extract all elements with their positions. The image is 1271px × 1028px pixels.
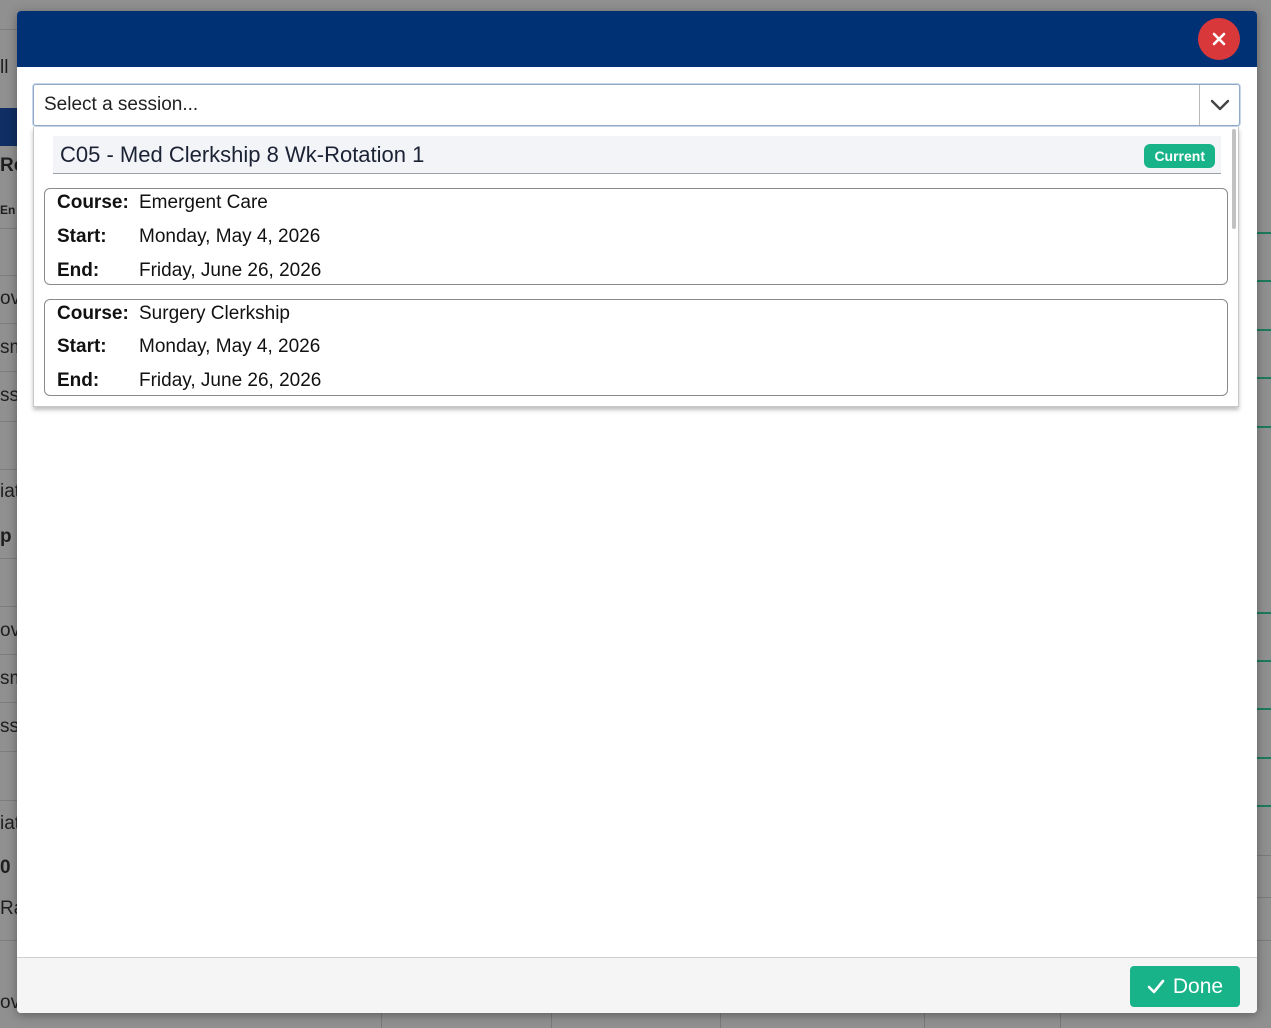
background-divider	[0, 323, 18, 324]
background-accent-line	[1257, 280, 1271, 282]
background-text-fragment: Ra	[0, 898, 18, 919]
background-divider	[0, 29, 18, 30]
background-accent-line	[1257, 757, 1271, 759]
background-accent-line	[1257, 377, 1271, 379]
session-select[interactable]: Select a session...	[33, 84, 1240, 126]
background-divider	[0, 800, 18, 801]
option-course-row: Course: Surgery Clerkship	[57, 302, 290, 326]
course-label: Course:	[57, 192, 129, 213]
close-icon	[1212, 32, 1226, 46]
session-group-title: C05 - Med Clerkship 8 Wk-Rotation 1	[60, 142, 425, 167]
background-divider	[0, 469, 18, 470]
session-option[interactable]: Course: Emergent Care Start: Monday, May 4…	[44, 188, 1228, 285]
session-select-placeholder: Select a session...	[44, 94, 199, 115]
end-label: End:	[57, 370, 100, 391]
background-accent-line	[1257, 660, 1271, 662]
option-course-row: Course: Emergent Care	[57, 191, 268, 215]
background-text-fragment: sm	[0, 337, 18, 358]
option-start-row: Start: Monday, May 4, 2026	[57, 225, 320, 249]
session-select-modal: Select a session... C05 - Med Clerkship …	[17, 11, 1257, 1013]
session-dropdown: C05 - Med Clerkship 8 Wk-Rotation 1 Curr…	[33, 127, 1239, 407]
current-badge: Current	[1144, 144, 1215, 168]
background-divider	[0, 558, 18, 559]
background-column-line	[551, 1013, 552, 1028]
background-divider	[0, 371, 18, 372]
background-text-fragment: sm	[0, 668, 18, 689]
background-text-fragment: ov	[0, 288, 18, 309]
background-divider	[0, 421, 18, 422]
background-column-line	[381, 1013, 382, 1028]
background-divider	[0, 654, 18, 655]
background-divider	[1257, 940, 1271, 941]
start-label: Start:	[57, 336, 107, 357]
select-toggle-button[interactable]	[1199, 85, 1239, 125]
background-accent-line	[1257, 329, 1271, 331]
background-accent-line	[1257, 612, 1271, 614]
chevron-down-icon	[1210, 99, 1229, 111]
background-accent-line	[1257, 232, 1271, 234]
end-label: End:	[57, 260, 100, 281]
course-label: Course:	[57, 303, 129, 324]
background-divider	[0, 751, 18, 752]
course-value: Surgery Clerkship	[139, 303, 290, 324]
background-divider	[0, 228, 18, 229]
start-label: Start:	[57, 226, 107, 247]
modal-footer: Done	[17, 957, 1257, 1013]
background-text-fragment: iat	[0, 481, 18, 502]
background-text-fragment: ov	[0, 992, 18, 1013]
background-accent-line	[1257, 805, 1271, 807]
background-divider	[0, 702, 18, 703]
background-text-fragment: ll	[0, 57, 9, 78]
background-divider	[1257, 897, 1271, 898]
session-group-header: C05 - Med Clerkship 8 Wk-Rotation 1 Curr…	[53, 136, 1221, 174]
background-text-fragment: En	[0, 203, 16, 217]
background-text-fragment: 0	[0, 857, 11, 878]
modal-body: Select a session... C05 - Med Clerkship …	[17, 67, 1257, 957]
background-divider	[0, 275, 18, 276]
done-button[interactable]: Done	[1130, 966, 1240, 1007]
background-divider	[0, 940, 18, 941]
end-value: Friday, June 26, 2026	[139, 370, 322, 391]
modal-header	[17, 11, 1257, 67]
background-divider	[1257, 855, 1271, 856]
close-button[interactable]	[1198, 18, 1240, 60]
option-start-row: Start: Monday, May 4, 2026	[57, 335, 320, 359]
background-text-fragment: ssi	[0, 716, 18, 737]
start-value: Monday, May 4, 2026	[139, 336, 321, 357]
option-end-row: End: Friday, June 26, 2026	[57, 259, 321, 283]
dropdown-scrollbar[interactable]	[1232, 129, 1236, 229]
background-header-band	[0, 108, 18, 146]
background-text-fragment: ov	[0, 620, 18, 641]
end-value: Friday, June 26, 2026	[139, 260, 322, 281]
background-accent-line	[1257, 708, 1271, 710]
done-button-label: Done	[1172, 974, 1224, 998]
background-column-line	[924, 1013, 925, 1028]
start-value: Monday, May 4, 2026	[139, 226, 321, 247]
background-text-fragment: ssi	[0, 385, 18, 406]
check-icon	[1147, 979, 1165, 994]
background-accent-line	[1257, 426, 1271, 428]
background-text-fragment: iat	[0, 813, 18, 834]
background-text-fragment: p	[0, 526, 12, 547]
course-value: Emergent Care	[139, 192, 268, 213]
session-option[interactable]: Course: Surgery Clerkship Start: Monday, M…	[44, 299, 1228, 396]
background-column-line	[720, 1013, 721, 1028]
option-end-row: End: Friday, June 26, 2026	[57, 369, 321, 393]
background-column-line	[1060, 1013, 1061, 1028]
background-divider	[0, 606, 18, 607]
background-text-fragment: Ro	[0, 155, 18, 176]
